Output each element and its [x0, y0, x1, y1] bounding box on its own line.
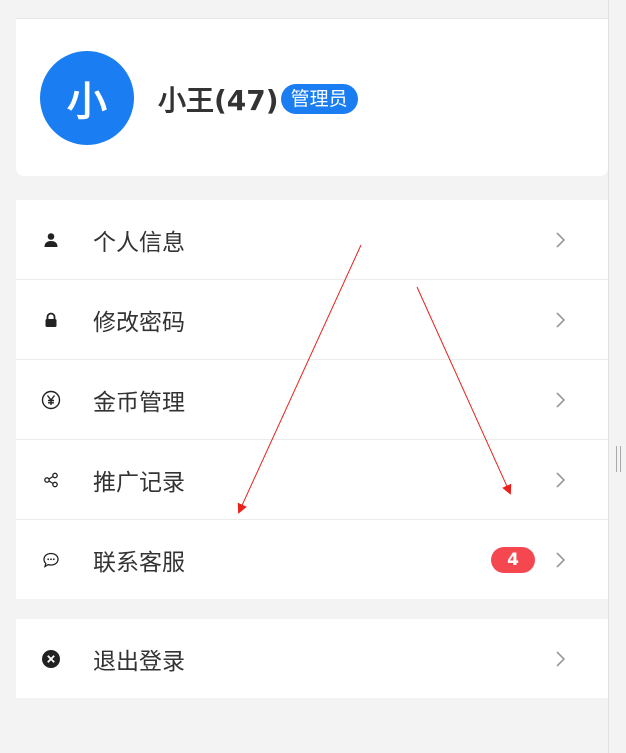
unread-count-badge: 4	[491, 546, 535, 573]
chevron-right-icon	[554, 471, 568, 489]
chevron-right-icon	[554, 311, 568, 329]
chevron-right-icon	[554, 231, 568, 249]
menu-item-logout[interactable]: 退出登录	[16, 619, 608, 698]
user-name-row: 小王(47) 管理员	[158, 79, 358, 119]
right-edge-panel	[608, 0, 626, 753]
menu-item-promotion-records[interactable]: 推广记录	[16, 440, 608, 520]
menu-item-profile-info[interactable]: 个人信息	[16, 200, 608, 280]
logout-menu: 退出登录	[16, 619, 608, 698]
chat-bubble-icon	[40, 549, 62, 571]
menu-item-contact-support[interactable]: 联系客服 4	[16, 520, 608, 599]
chevron-right-icon	[554, 391, 568, 409]
menu-item-label: 修改密码	[93, 309, 185, 336]
menu-item-label: 金币管理	[93, 389, 185, 416]
account-menu: 个人信息 修改密码 金币管理 推广记录 联系客服 4	[16, 200, 608, 599]
user-name: 小王(47)	[158, 84, 279, 117]
menu-item-label: 退出登录	[93, 648, 185, 675]
share-icon	[40, 469, 62, 491]
menu-item-label: 联系客服	[93, 549, 185, 576]
avatar[interactable]: 小	[40, 51, 134, 145]
chevron-right-icon	[554, 551, 568, 569]
close-circle-icon	[40, 648, 62, 670]
menu-item-label: 推广记录	[93, 469, 185, 496]
role-badge: 管理员	[280, 84, 358, 114]
menu-item-change-password[interactable]: 修改密码	[16, 280, 608, 360]
menu-item-coin-management[interactable]: 金币管理	[16, 360, 608, 440]
chevron-right-icon	[554, 650, 568, 668]
menu-item-label: 个人信息	[93, 229, 185, 256]
person-icon	[40, 229, 62, 251]
yen-coin-icon	[40, 389, 62, 411]
lock-icon	[40, 309, 62, 331]
resize-handle[interactable]	[616, 446, 621, 472]
profile-card: 小 小王(47) 管理员	[16, 18, 608, 176]
